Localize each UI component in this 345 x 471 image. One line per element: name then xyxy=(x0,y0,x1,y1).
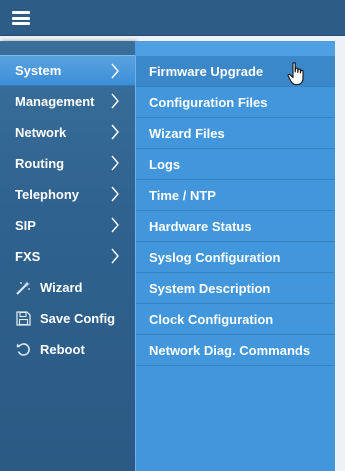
submenu-item-configuration-files[interactable]: Configuration Files xyxy=(136,87,335,118)
top-bar xyxy=(0,0,345,36)
chevron-right-icon xyxy=(111,155,119,171)
sidebar-item-reboot[interactable]: Reboot xyxy=(0,334,135,365)
submenu-item-clock-configuration[interactable]: Clock Configuration xyxy=(136,304,335,335)
sidebar-item-network[interactable]: Network xyxy=(0,117,135,148)
hamburger-menu-icon[interactable] xyxy=(12,11,30,25)
chevron-right-icon xyxy=(111,217,119,233)
sidebar-item-label: Reboot xyxy=(40,342,85,357)
sidebar-item-telephony[interactable]: Telephony xyxy=(0,179,135,210)
submenu-item-hardware-status[interactable]: Hardware Status xyxy=(136,211,335,242)
sidebar-item-fxs[interactable]: FXS xyxy=(0,241,135,272)
sidebar: System Management Network Routing Teleph… xyxy=(0,41,135,471)
chevron-right-icon xyxy=(111,124,119,140)
sidebar-item-label: Routing xyxy=(15,156,65,171)
sidebar-item-label: Management xyxy=(15,94,95,109)
sidebar-item-system[interactable]: System xyxy=(0,55,135,86)
submenu-item-logs[interactable]: Logs xyxy=(136,149,335,180)
submenu-item-time-ntp[interactable]: Time / NTP xyxy=(136,180,335,211)
floppy-disk-icon xyxy=(15,311,31,327)
submenu-item-network-diag-commands[interactable]: Network Diag. Commands xyxy=(136,335,335,366)
system-submenu: Firmware Upgrade Configuration Files Wiz… xyxy=(135,56,335,471)
submenu-top-strip xyxy=(135,41,335,56)
sidebar-item-label: FXS xyxy=(15,249,41,264)
sidebar-item-label: System xyxy=(15,63,62,78)
sidebar-item-wizard[interactable]: Wizard xyxy=(0,272,135,303)
hand-pointer-cursor-icon xyxy=(287,62,304,86)
magic-wand-icon xyxy=(15,280,31,296)
chevron-right-icon xyxy=(111,63,119,79)
reboot-icon xyxy=(15,342,31,358)
submenu-item-syslog-configuration[interactable]: Syslog Configuration xyxy=(136,242,335,273)
sidebar-item-label: SIP xyxy=(15,218,36,233)
chevron-right-icon xyxy=(111,93,119,109)
chevron-right-icon xyxy=(111,186,119,202)
sidebar-item-management[interactable]: Management xyxy=(0,86,135,117)
sidebar-item-label: Wizard xyxy=(40,280,83,295)
chevron-right-icon xyxy=(111,248,119,264)
sidebar-item-label: Network xyxy=(15,125,67,140)
sidebar-item-routing[interactable]: Routing xyxy=(0,148,135,179)
sidebar-item-label: Telephony xyxy=(15,187,80,202)
sidebar-item-label: Save Config xyxy=(40,311,116,326)
sidebar-item-sip[interactable]: SIP xyxy=(0,210,135,241)
sidebar-item-save-config[interactable]: Save Config xyxy=(0,303,135,334)
submenu-item-system-description[interactable]: System Description xyxy=(136,273,335,304)
submenu-item-wizard-files[interactable]: Wizard Files xyxy=(136,118,335,149)
page-background xyxy=(335,41,345,471)
